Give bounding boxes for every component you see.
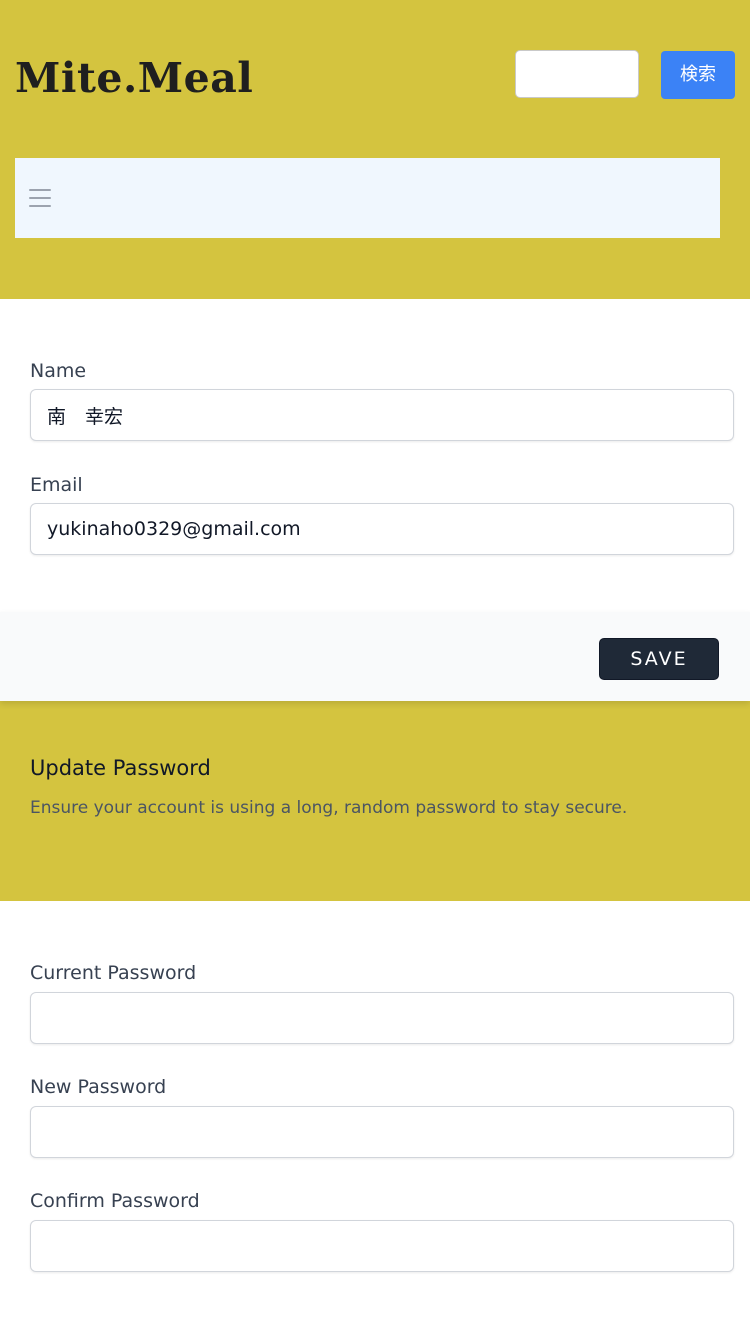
profile-actions: SAVE — [0, 612, 750, 701]
current-password-label: Current Password — [30, 962, 197, 984]
section-title: Update Password — [30, 756, 211, 780]
email-field[interactable] — [30, 503, 734, 555]
name-field[interactable] — [30, 389, 734, 441]
confirm-password-field[interactable] — [30, 1220, 734, 1272]
navbar — [15, 158, 720, 238]
hamburger-menu-icon[interactable] — [29, 189, 51, 207]
confirm-password-label: Confirm Password — [30, 1190, 200, 1212]
new-password-label: New Password — [30, 1076, 167, 1098]
search-input[interactable] — [515, 50, 639, 98]
new-password-field[interactable] — [30, 1106, 734, 1158]
current-password-field[interactable] — [30, 992, 734, 1044]
name-label: Name — [30, 360, 87, 382]
search-button[interactable]: 検索 — [661, 51, 735, 99]
site-header: Mite.Meal 検索 — [0, 0, 750, 298]
profile-form: Name Email — [0, 299, 750, 612]
password-form: Current Password New Password Confirm Pa… — [0, 901, 750, 1330]
section-description: Ensure your account is using a long, ran… — [30, 798, 628, 818]
email-label: Email — [30, 474, 83, 496]
save-button[interactable]: SAVE — [599, 638, 719, 680]
site-logo[interactable]: Mite.Meal — [15, 52, 253, 104]
